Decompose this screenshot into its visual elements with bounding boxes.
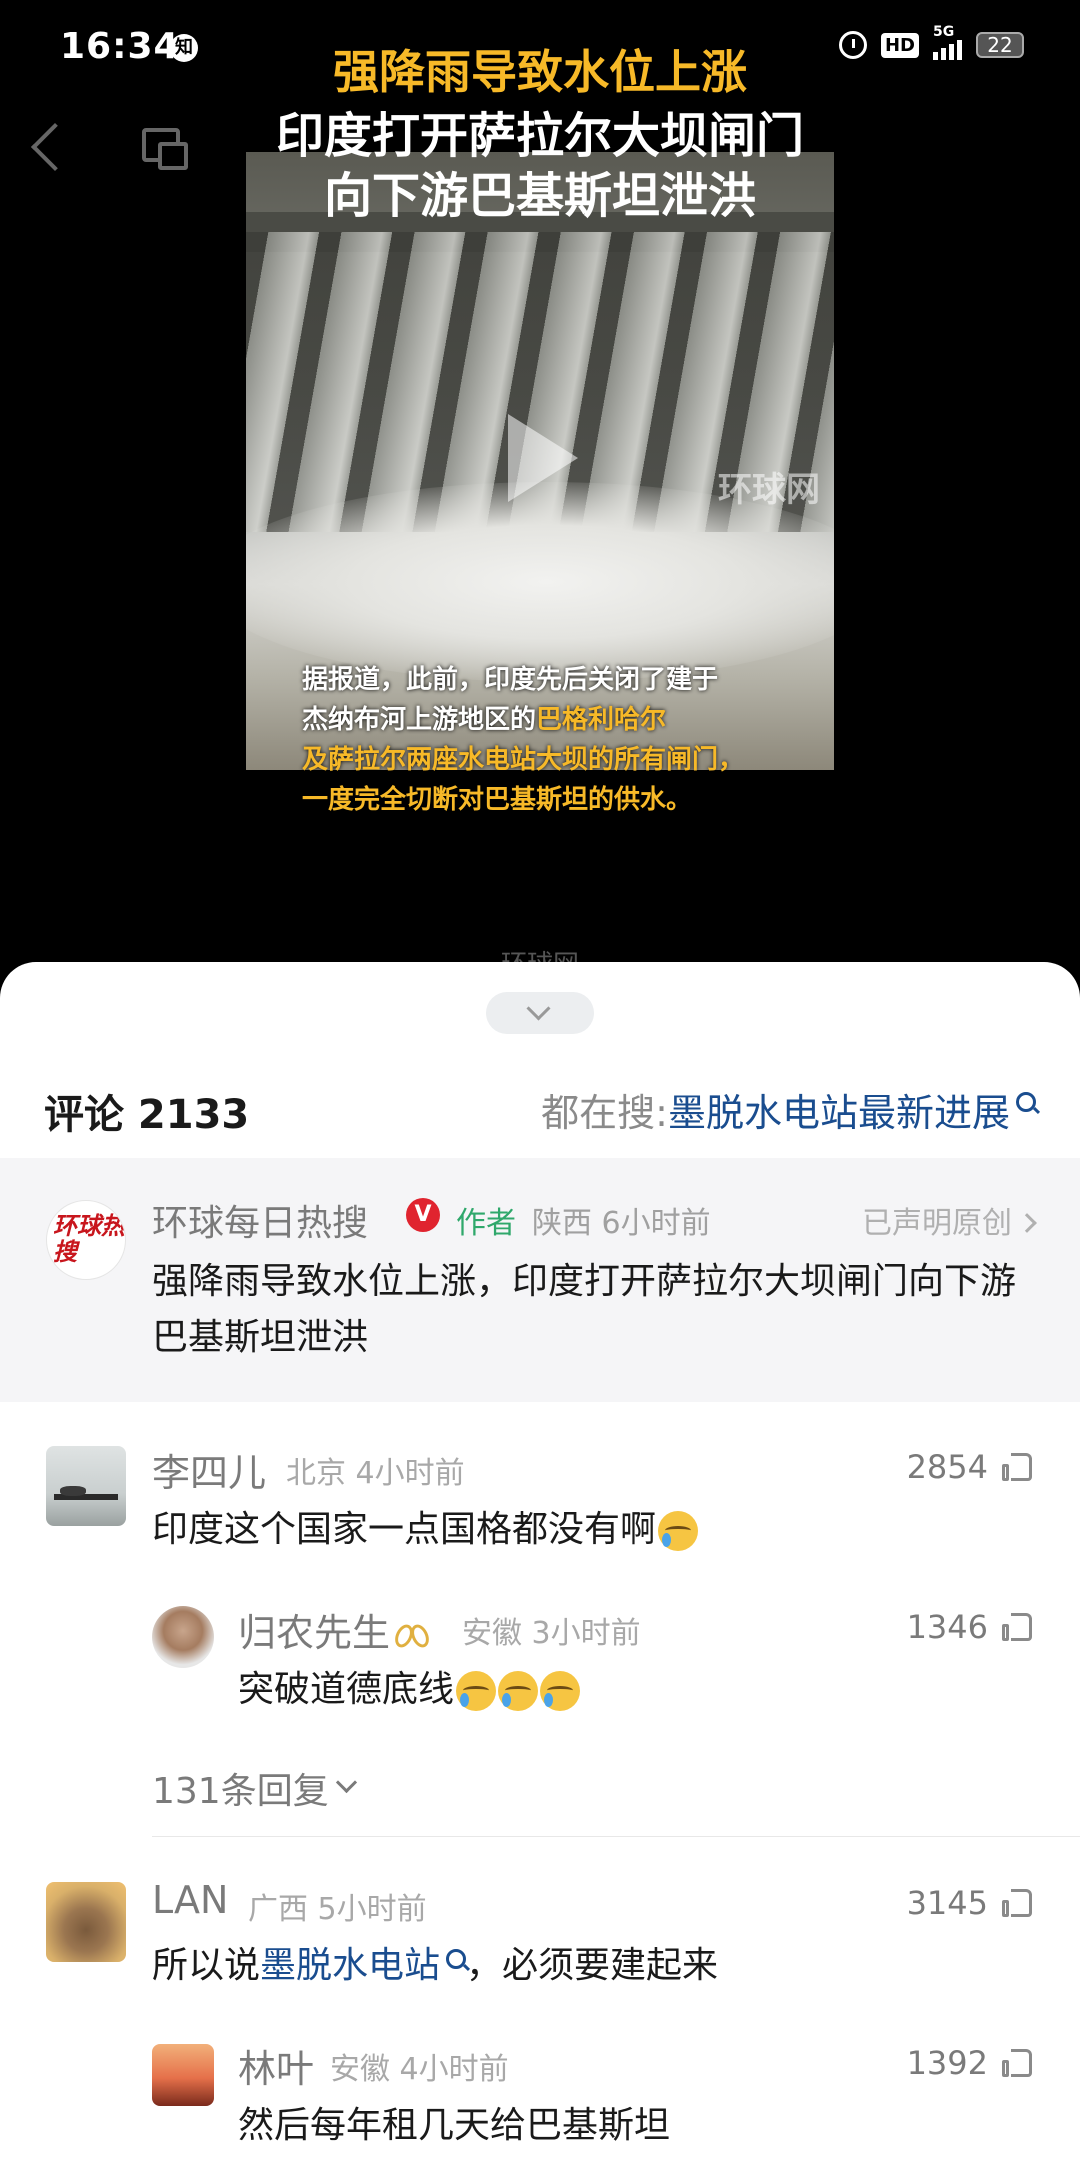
reply-author[interactable]: 归农先生: [238, 1611, 390, 1655]
author-avatar[interactable]: 环球热搜: [46, 1200, 126, 1280]
like-count: 1392: [906, 2044, 988, 2082]
like-button[interactable]: 1346: [907, 1608, 1032, 1646]
thumbs-up-icon: [1002, 1452, 1032, 1482]
user-avatar[interactable]: [152, 1606, 214, 1668]
chevron-down-icon: [335, 1771, 357, 1793]
caption-line-2: 杰纳布河上游地区的巴格利哈尔: [302, 705, 667, 735]
like-count: 2854: [906, 1448, 988, 1486]
hot-search-link[interactable]: 墨脱水电站最新进展: [668, 1082, 1010, 1137]
video-title-line-1: 强降雨导致水位上涨: [333, 45, 747, 99]
comment-meta: 北京 4小时前: [286, 1456, 465, 1491]
crying-laughing-emoji-icon: [540, 1671, 581, 1711]
like-count: 1346: [906, 1608, 988, 1646]
hot-search[interactable]: 都在搜: 墨脱水电站最新进展: [541, 1082, 1036, 1137]
collapse-sheet-button[interactable]: [486, 992, 594, 1034]
replies-count: 131条回复: [152, 1771, 329, 1812]
crying-laughing-emoji-icon: [498, 1671, 539, 1711]
author-tag: 作者: [456, 1206, 516, 1241]
original-declaration-link[interactable]: 已声明原创: [862, 1198, 1037, 1242]
thumbs-up-icon: [1002, 2048, 1032, 2078]
video-watermark: 环球网: [718, 470, 820, 510]
user-avatar[interactable]: [46, 1882, 126, 1962]
crying-laughing-emoji-icon: [456, 1671, 497, 1711]
video-player[interactable]: 16:34 知 HD 5G 22 环球网 强降雨导致水位上涨 印度打开萨拉尔大坝…: [0, 0, 1080, 980]
caption-line-1: 据报道，此前，印度先后关闭了建于: [302, 665, 719, 695]
reply-author-row[interactable]: 归农先生: [238, 1602, 432, 1657]
author-avatar-logo: 环球热搜: [53, 1212, 125, 1266]
reply-author[interactable]: 林叶: [238, 2038, 314, 2093]
user-avatar[interactable]: [46, 1446, 126, 1526]
like-button[interactable]: 1392: [907, 2044, 1032, 2082]
thumbs-up-icon: [1002, 1612, 1032, 1642]
verified-badge-icon: V: [406, 1198, 440, 1232]
reply-meta: 安徽 4小时前: [330, 2052, 509, 2087]
like-count: 3145: [906, 1884, 988, 1922]
caption-line-3: 及萨拉尔两座水电站大坝的所有闸门，: [302, 745, 745, 775]
author-post-text: 强降雨导致水位上涨，印度打开萨拉尔大坝闸门向下游巴基斯坦泄洪: [152, 1261, 1017, 1358]
comment-author[interactable]: LAN: [152, 1878, 228, 1922]
play-icon[interactable]: [508, 414, 578, 502]
comment-text: 印度这个国家一点国格都没有啊: [152, 1500, 699, 1552]
like-button[interactable]: 2854: [907, 1448, 1032, 1486]
search-keyword-link[interactable]: 墨脱水电站: [260, 1945, 440, 1986]
divider: [152, 1836, 1080, 1837]
hot-search-label: 都在搜:: [541, 1091, 668, 1135]
video-caption: 据报道，此前，印度先后关闭了建于 杰纳布河上游地区的巴格利哈尔 及萨拉尔两座水电…: [302, 660, 744, 820]
comment-count: 评论 2133: [44, 1092, 250, 1138]
comments-sheet: 评论 2133 都在搜: 墨脱水电站最新进展 环球热搜 环球每日热搜 V 作者 …: [0, 962, 1080, 2164]
reply-text: 然后每年租几天给巴基斯坦: [238, 2105, 671, 2146]
member-badge-icon: [396, 1621, 432, 1651]
thumbs-up-icon: [1002, 1888, 1032, 1918]
reply-meta: 安徽 3小时前: [462, 1616, 641, 1651]
caption-line-4: 一度完全切断对巴基斯坦的供水。: [302, 785, 693, 815]
search-icon: [446, 1949, 467, 1969]
comment-author[interactable]: 李四儿: [152, 1442, 266, 1497]
crying-laughing-emoji-icon: [658, 1511, 699, 1551]
like-button[interactable]: 3145: [907, 1884, 1032, 1922]
author-post[interactable]: 环球热搜 环球每日热搜 V 作者 陕西 6小时前 已声明原创 强降雨导致水位上涨…: [0, 1158, 1080, 1402]
search-icon: [1016, 1091, 1036, 1112]
chevron-right-icon: [1017, 1213, 1037, 1233]
comment-text: 所以说墨脱水电站 ，必须要建起来: [152, 1945, 719, 1986]
view-replies-button[interactable]: 131条回复: [152, 1762, 357, 1814]
author-meta: 陕西 6小时前: [532, 1206, 711, 1241]
author-name[interactable]: 环球每日热搜: [152, 1194, 368, 1246]
comments-header: 评论 2133 都在搜: 墨脱水电站最新进展: [0, 1072, 1080, 1152]
water-spray-image: [246, 482, 834, 682]
user-avatar[interactable]: [152, 2044, 214, 2106]
reply-text: 突破道德底线: [238, 1660, 581, 1712]
comment-meta: 广西 5小时前: [248, 1892, 427, 1927]
chevron-down-icon: [526, 996, 551, 1021]
video-title-line-3: 向下游巴基斯坦泄洪: [323, 168, 756, 224]
